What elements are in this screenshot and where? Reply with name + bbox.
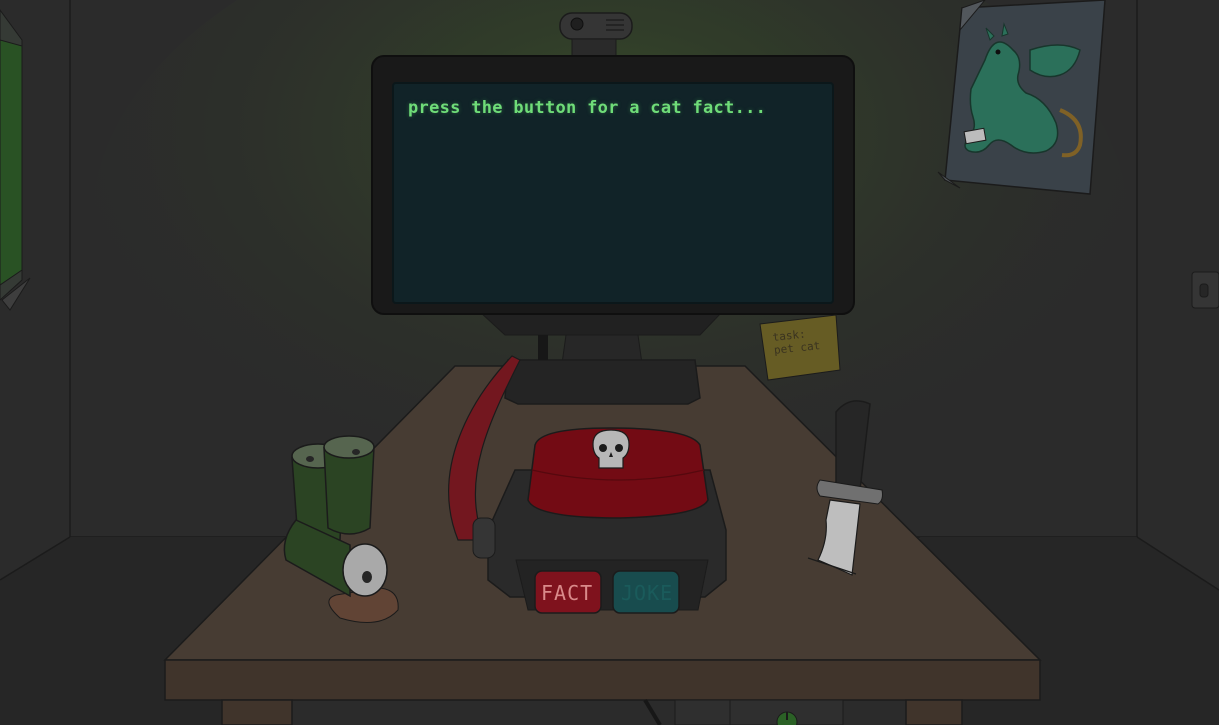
fact-button[interactable]	[535, 571, 601, 613]
red-skull-button[interactable]	[528, 428, 708, 520]
dragon-poster	[937, 0, 1106, 195]
monitor	[371, 55, 855, 315]
game-scene: press the button for a cat fact... task:…	[0, 0, 1219, 725]
joke-button[interactable]	[613, 571, 679, 613]
monitor-screen-text: press the button for a cat fact...	[408, 98, 767, 118]
outlet-icon	[1191, 271, 1219, 309]
pc-tower	[643, 698, 844, 725]
